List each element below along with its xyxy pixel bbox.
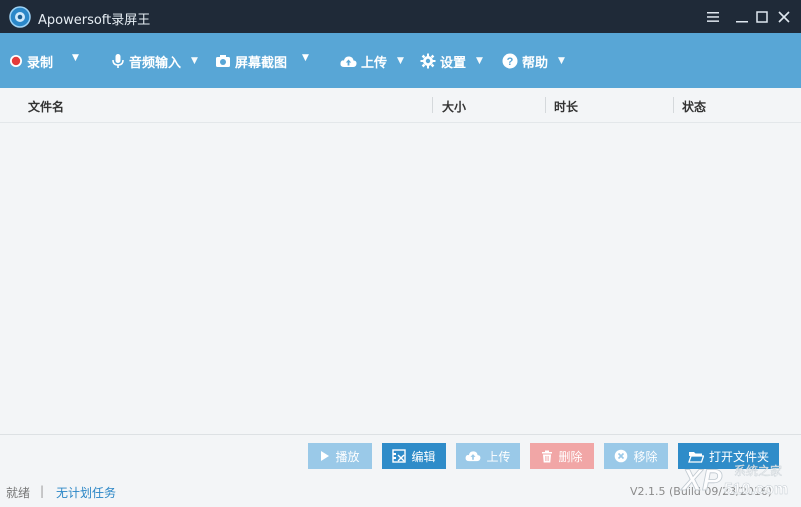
upload-button[interactable]: 上传 xyxy=(456,443,520,469)
record-button[interactable]: 录制 xyxy=(9,51,53,71)
close-icon[interactable] xyxy=(775,8,793,26)
upload-toolbar-button[interactable]: 上传 ▼ xyxy=(340,51,404,71)
screenshot-dropdown-caret-icon[interactable]: ▼ xyxy=(302,53,309,63)
upload-label: 上传 xyxy=(486,449,511,464)
watermark-site-name: 系统之家 xyxy=(734,463,782,478)
column-header-filename[interactable]: 文件名 xyxy=(28,98,64,115)
play-label: 播放 xyxy=(335,449,360,464)
microphone-icon xyxy=(112,54,124,68)
audio-input-button[interactable]: 音频输入 ▼ xyxy=(111,51,198,71)
record-dropdown-caret-icon[interactable]: ▼ xyxy=(72,53,79,63)
column-header-duration[interactable]: 时长 xyxy=(554,98,578,115)
film-edit-icon xyxy=(392,449,407,463)
column-divider[interactable] xyxy=(673,97,674,113)
main-toolbar: 录制 ▼ 音频输入 ▼ 屏幕截图 ▼ 上传 ▼ 设置 ▼ ? 帮助 ▼ xyxy=(0,33,801,88)
minimize-icon[interactable] xyxy=(733,8,751,26)
help-label: 帮助 xyxy=(522,55,549,71)
watermark-domain: 510.com xyxy=(724,481,788,498)
app-logo-icon xyxy=(9,6,31,28)
trash-icon xyxy=(542,450,553,462)
record-label: 录制 xyxy=(27,55,54,71)
cloud-upload-icon xyxy=(340,55,357,67)
window-title: Apowersoft录屏王 xyxy=(38,13,151,28)
edit-label: 编辑 xyxy=(411,449,436,464)
gear-icon xyxy=(420,53,436,69)
play-icon xyxy=(321,451,330,461)
svg-text:?: ? xyxy=(507,56,514,68)
screenshot-label: 屏幕截图 xyxy=(235,55,288,71)
help-dropdown-caret-icon[interactable]: ▼ xyxy=(558,56,565,66)
upload-toolbar-label: 上传 xyxy=(361,55,388,71)
maximize-icon[interactable] xyxy=(753,8,771,26)
edit-button[interactable]: 编辑 xyxy=(382,443,446,469)
column-header-size[interactable]: 大小 xyxy=(442,98,466,115)
help-button[interactable]: ? 帮助 ▼ xyxy=(502,51,565,71)
cloud-upload-icon xyxy=(466,451,481,462)
title-bar: Apowersoft录屏王 xyxy=(0,0,801,33)
site-watermark: XP 系统之家 510.com xyxy=(680,463,788,498)
column-divider[interactable] xyxy=(432,97,433,113)
record-icon xyxy=(10,55,22,67)
column-divider[interactable] xyxy=(545,97,546,113)
screenshot-button[interactable]: 屏幕截图 xyxy=(215,51,287,71)
remove-label: 移除 xyxy=(633,449,658,464)
upload-dropdown-caret-icon[interactable]: ▼ xyxy=(397,56,404,66)
delete-button[interactable]: 删除 xyxy=(530,443,594,469)
help-icon: ? xyxy=(502,53,518,69)
delete-label: 删除 xyxy=(558,449,583,464)
status-text: 就绪 xyxy=(6,486,31,500)
remove-icon xyxy=(615,449,628,463)
settings-label: 设置 xyxy=(440,55,467,71)
play-button[interactable]: 播放 xyxy=(308,443,372,469)
settings-dropdown-caret-icon[interactable]: ▼ xyxy=(476,56,483,66)
menu-icon[interactable] xyxy=(704,8,722,26)
watermark-brand: XP xyxy=(680,464,723,497)
camera-icon xyxy=(216,55,230,67)
schedule-task-link[interactable]: 无计划任务 xyxy=(56,484,116,501)
status-separator: | xyxy=(40,484,45,498)
audio-dropdown-caret-icon[interactable]: ▼ xyxy=(191,56,198,66)
file-list[interactable] xyxy=(0,123,801,434)
file-list-header: 文件名 大小 时长 状态 xyxy=(0,88,801,123)
column-header-status[interactable]: 状态 xyxy=(682,98,706,115)
settings-button[interactable]: 设置 ▼ xyxy=(420,51,483,71)
divider xyxy=(0,434,801,435)
remove-button[interactable]: 移除 xyxy=(604,443,668,469)
audio-input-label: 音频输入 xyxy=(129,55,182,71)
